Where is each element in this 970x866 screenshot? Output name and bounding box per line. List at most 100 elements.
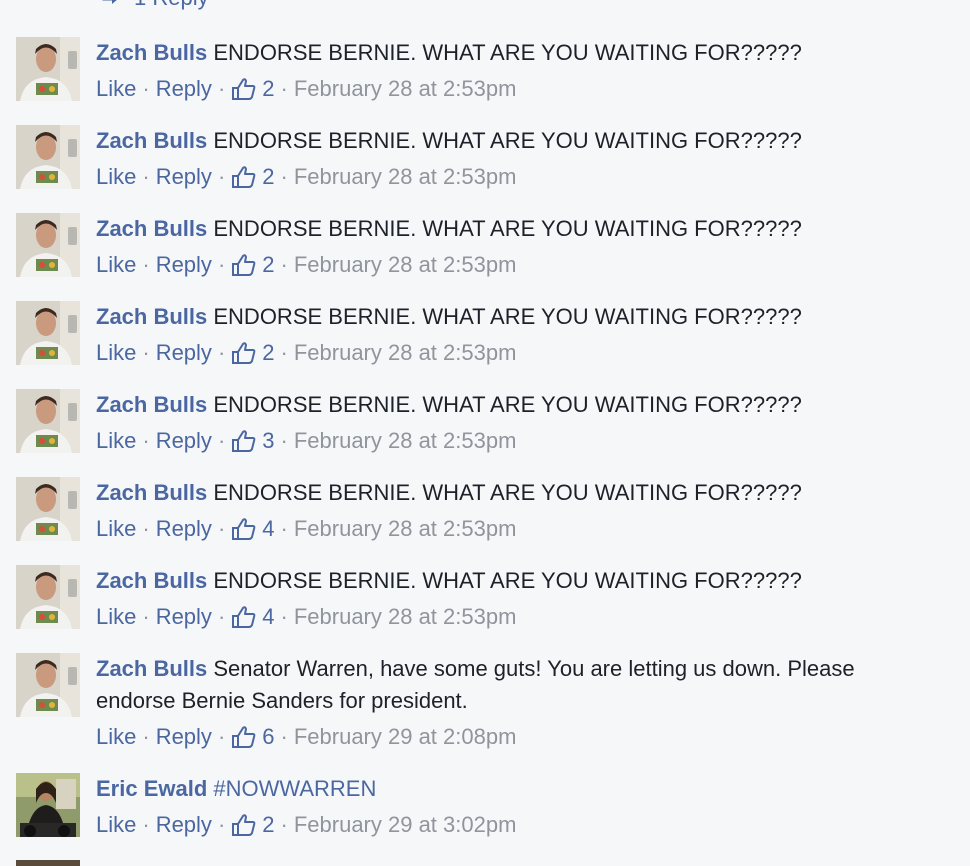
comment-body: Zach Bulls ENDORSE BERNIE. WHAT ARE YOU … (96, 477, 956, 549)
comment-author[interactable]: Zach Bulls (96, 40, 207, 65)
comment-text-line-2: endorse Bernie Sanders for president. (96, 688, 468, 713)
comment-author[interactable]: Zach Bulls (96, 480, 207, 505)
comment-actions: Like · Reply · 2 · February 29 at 3:02pm (96, 805, 956, 845)
comment-item: Zach Bulls ENDORSE BERNIE. WHAT ARE YOU … (0, 125, 970, 213)
like-link[interactable]: Like (96, 724, 136, 750)
view-replies-label: 1 Reply (134, 0, 209, 11)
comment-actions: Like · Reply · 2 · February 28 at 2:53pm (96, 157, 956, 197)
separator: · (142, 516, 150, 541)
comment-item: Zach Bulls ENDORSE BERNIE. WHAT ARE YOU … (0, 389, 970, 477)
comment-author[interactable]: Zach Bulls (96, 128, 207, 153)
comment-text: ENDORSE BERNIE. WHAT ARE YOU WAITING FOR… (213, 304, 802, 329)
separator: · (217, 340, 226, 365)
like-count[interactable]: 2 (231, 164, 275, 190)
separator: · (280, 812, 288, 837)
comment-author[interactable]: Zach Bulls (96, 656, 207, 681)
avatar[interactable] (16, 773, 80, 837)
like-count[interactable]: 4 (231, 516, 275, 542)
reply-link[interactable]: Reply (156, 516, 212, 542)
separator: · (142, 812, 150, 837)
hashtag-link[interactable]: #NOWWARREN (213, 776, 376, 801)
avatar[interactable] (16, 125, 80, 189)
comment-actions: Like · Reply · 3 · February 28 at 2:53pm (96, 421, 956, 461)
reply-link[interactable]: Reply (156, 164, 212, 190)
like-count-value: 2 (262, 812, 275, 837)
timestamp[interactable]: February 28 at 2:53pm (294, 604, 517, 630)
comment-author[interactable]: Eric Ewald (96, 776, 207, 801)
comment-author[interactable]: Zach Bulls (96, 392, 207, 417)
like-count-value: 4 (262, 516, 275, 541)
reply-arrow-icon (100, 0, 122, 9)
avatar[interactable] (16, 389, 80, 453)
thumbs-up-icon (232, 518, 256, 540)
avatar[interactable] (16, 477, 80, 541)
reply-link[interactable]: Reply (156, 252, 212, 278)
avatar[interactable] (16, 213, 80, 277)
like-link[interactable]: Like (96, 812, 136, 838)
view-replies-link[interactable]: 1 Reply (100, 0, 209, 10)
timestamp[interactable]: February 28 at 2:53pm (294, 516, 517, 542)
like-link[interactable]: Like (96, 340, 136, 366)
comment-text-line: Zach Bulls ENDORSE BERNIE. WHAT ARE YOU … (96, 565, 956, 597)
separator: · (280, 428, 288, 453)
thumbs-up-icon (232, 726, 256, 748)
timestamp[interactable]: February 28 at 2:53pm (294, 76, 517, 102)
like-count-value: 4 (262, 604, 275, 629)
like-count[interactable]: 2 (231, 252, 275, 278)
comment-text-line: Zach Bulls ENDORSE BERNIE. WHAT ARE YOU … (96, 125, 956, 157)
comment-author[interactable]: Zach Bulls (96, 568, 207, 593)
reply-link[interactable]: Reply (156, 428, 212, 454)
like-link[interactable]: Like (96, 516, 136, 542)
comment-item: Zach Bulls ENDORSE BERNIE. WHAT ARE YOU … (0, 565, 970, 653)
avatar[interactable] (16, 301, 80, 365)
separator: · (280, 340, 288, 365)
timestamp[interactable]: February 28 at 2:53pm (294, 252, 517, 278)
like-count-value: 3 (262, 428, 275, 453)
separator: · (142, 724, 150, 749)
like-count[interactable]: 2 (231, 340, 275, 366)
like-count[interactable]: 4 (231, 604, 275, 630)
thumbs-up-icon (232, 430, 256, 452)
separator: · (217, 252, 226, 277)
thumbs-up-icon (232, 78, 256, 100)
comment-author[interactable]: Zach Bulls (96, 304, 207, 329)
like-link[interactable]: Like (96, 428, 136, 454)
separator: · (280, 252, 288, 277)
timestamp[interactable]: February 29 at 3:02pm (294, 812, 517, 838)
comment-item: Zach Bulls ENDORSE BERNIE. WHAT ARE YOU … (0, 213, 970, 301)
like-count[interactable]: 6 (231, 724, 275, 750)
like-link[interactable]: Like (96, 76, 136, 102)
timestamp[interactable]: February 29 at 2:08pm (294, 724, 517, 750)
like-count[interactable]: 2 (231, 76, 275, 102)
avatar[interactable] (16, 37, 80, 101)
like-link[interactable]: Like (96, 164, 136, 190)
avatar[interactable] (16, 653, 80, 717)
reply-link[interactable]: Reply (156, 76, 212, 102)
comment-actions: Like · Reply · 4 · February 28 at 2:53pm (96, 509, 956, 549)
like-count[interactable]: 2 (231, 812, 275, 838)
comment-author[interactable]: Zach Bulls (96, 216, 207, 241)
separator: · (280, 164, 288, 189)
avatar[interactable] (16, 565, 80, 629)
timestamp[interactable]: February 28 at 2:53pm (294, 428, 517, 454)
like-link[interactable]: Like (96, 252, 136, 278)
thumbs-up-icon (232, 254, 256, 276)
like-count-value: 2 (262, 164, 275, 189)
reply-link[interactable]: Reply (156, 604, 212, 630)
reply-link[interactable]: Reply (156, 724, 212, 750)
separator: · (142, 76, 150, 101)
like-count[interactable]: 3 (231, 428, 275, 454)
comment-text-line: Eric Ewald #NOWWARREN (96, 773, 956, 805)
separator: · (142, 428, 150, 453)
timestamp[interactable]: February 28 at 2:53pm (294, 340, 517, 366)
timestamp[interactable]: February 28 at 2:53pm (294, 164, 517, 190)
reply-link[interactable]: Reply (156, 340, 212, 366)
comment-body: Zach Bulls ENDORSE BERNIE. WHAT ARE YOU … (96, 125, 956, 197)
thumbs-up-icon (232, 606, 256, 628)
separator: · (280, 724, 288, 749)
comment-text: ENDORSE BERNIE. WHAT ARE YOU WAITING FOR… (213, 480, 802, 505)
reply-link[interactable]: Reply (156, 812, 212, 838)
like-link[interactable]: Like (96, 604, 136, 630)
comment-text-line: Zach Bulls ENDORSE BERNIE. WHAT ARE YOU … (96, 389, 956, 421)
avatar[interactable] (16, 860, 80, 866)
